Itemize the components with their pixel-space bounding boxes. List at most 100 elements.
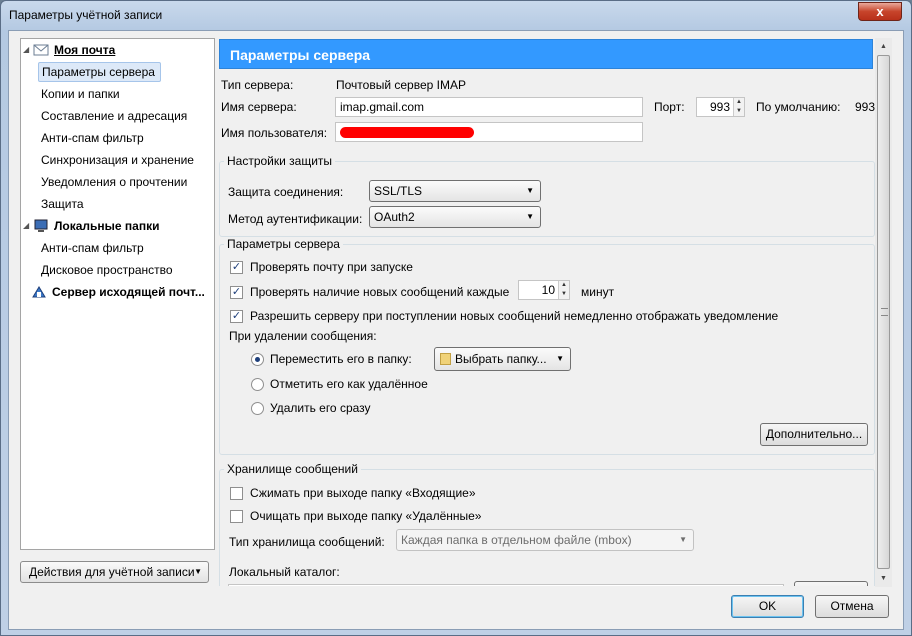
- mark-deleted-radio[interactable]: [251, 378, 264, 391]
- compact-inbox-label: Сжимать при выходе папку «Входящие»: [250, 486, 476, 500]
- collapse-icon[interactable]: ◢: [23, 216, 29, 236]
- connection-security-label: Защита соединения:: [228, 185, 344, 199]
- store-type-select[interactable]: Каждая папка в отдельном файле (mbox) ▼: [396, 529, 694, 551]
- connection-security-select[interactable]: SSL/TLS ▼: [369, 180, 541, 202]
- tree-item-label: Копии и папки: [41, 87, 120, 101]
- tree-item-disk-space[interactable]: Дисковое пространство: [21, 260, 214, 280]
- move-to-folder-radio[interactable]: [251, 353, 264, 366]
- choose-folder-label: Выбрать папку...: [455, 352, 547, 366]
- tree-item-sync-storage[interactable]: Синхронизация и хранение: [21, 150, 214, 170]
- title-bar: Параметры учётной записи x: [1, 1, 911, 29]
- server-name-label: Имя сервера:: [221, 100, 297, 114]
- tree-item-label: Синхронизация и хранение: [41, 153, 194, 167]
- empty-trash-label: Очищать при выходе папку «Удалённые»: [250, 509, 482, 523]
- settings-pane: Параметры сервера Тип сервера: Почтовый …: [219, 37, 904, 586]
- tree-item-label: Параметры сервера: [38, 62, 161, 82]
- page-title: Параметры сервера: [219, 39, 873, 69]
- tree-item-label: Локальные папки: [54, 219, 160, 233]
- account-tree[interactable]: ◢ Моя почта Параметры сервера Копии и па…: [20, 38, 215, 550]
- dialog-body: ◢ Моя почта Параметры сервера Копии и па…: [8, 30, 904, 630]
- username-label: Имя пользователя:: [221, 126, 328, 140]
- tree-item-label: Сервер исходящей почт...: [52, 285, 205, 299]
- scrollbar-thumb[interactable]: [877, 55, 890, 569]
- collapse-icon[interactable]: ◢: [23, 40, 29, 60]
- check-on-start-label: Проверять почту при запуске: [250, 260, 413, 274]
- dropdown-arrow-icon: ▼: [194, 567, 202, 576]
- move-to-folder-label: Переместить его в папку:: [270, 352, 412, 366]
- port-label: Порт:: [654, 100, 685, 114]
- account-actions-label: Действия для учётной записи: [29, 565, 195, 579]
- tree-item-local-folders[interactable]: ◢ Локальные папки: [21, 216, 214, 236]
- check-on-start-checkbox[interactable]: ✓: [230, 261, 243, 274]
- close-button[interactable]: x: [858, 2, 902, 21]
- tree-item-copies-folders[interactable]: Копии и папки: [21, 84, 214, 104]
- tree-item-label: Дисковое пространство: [41, 263, 173, 277]
- server-settings-group-title: Параметры сервера: [224, 237, 343, 251]
- check-interval-value: 10: [541, 283, 555, 297]
- username-input[interactable]: [335, 122, 643, 142]
- tree-item-server-settings[interactable]: Параметры сервера: [21, 62, 214, 82]
- redaction-mark: [340, 127, 474, 138]
- tree-item-label: Составление и адресация: [41, 109, 188, 123]
- outgoing-server-icon: [32, 286, 46, 298]
- tree-item-outgoing-server[interactable]: Сервер исходящей почт...: [21, 282, 214, 302]
- ok-button[interactable]: OK: [731, 595, 804, 618]
- allow-notify-checkbox[interactable]: ✓: [230, 310, 243, 323]
- tree-item-local-junk[interactable]: Анти-спам фильтр: [21, 238, 214, 258]
- local-dir-input[interactable]: [228, 584, 784, 586]
- store-type-value: Каждая папка в отдельном файле (mbox): [401, 533, 632, 547]
- security-group: Настройки защиты Защита соединения: SSL/…: [219, 154, 875, 237]
- auth-method-select[interactable]: OAuth2 ▼: [369, 206, 541, 228]
- browse-button[interactable]: [794, 581, 868, 586]
- grip-icon: [881, 308, 888, 316]
- folder-icon: [440, 353, 451, 365]
- tree-item-label: Моя почта: [54, 43, 116, 57]
- minutes-label: минут: [581, 285, 615, 299]
- account-actions-button[interactable]: Действия для учётной записи ▼: [20, 561, 209, 583]
- default-port-value: 993: [855, 100, 876, 114]
- delete-now-label: Удалить его сразу: [270, 401, 371, 415]
- delete-now-radio[interactable]: [251, 402, 264, 415]
- tree-item-label: Анти-спам фильтр: [41, 241, 144, 255]
- mark-deleted-label: Отметить его как удалённое: [270, 377, 428, 391]
- tree-item-junk-filter[interactable]: Анти-спам фильтр: [21, 128, 214, 148]
- allow-notify-label: Разрешить серверу при поступлении новых …: [250, 309, 779, 323]
- server-settings-group: Параметры сервера ✓ Проверять почту при …: [219, 237, 875, 455]
- port-input[interactable]: 993 ▲ ▼: [696, 97, 745, 117]
- tree-item-my-mail[interactable]: ◢ Моя почта: [21, 40, 214, 60]
- tree-item-label: Анти-спам фильтр: [41, 131, 144, 145]
- mail-icon: [33, 44, 49, 56]
- default-port-label: По умолчанию:: [756, 100, 841, 114]
- local-dir-label: Локальный каталог:: [229, 565, 340, 579]
- check-interval-input[interactable]: 10 ▲ ▼: [518, 280, 570, 300]
- security-group-title: Настройки защиты: [224, 154, 336, 168]
- tree-item-label: Защита: [41, 197, 84, 211]
- tree-item-receipts[interactable]: Уведомления о прочтении: [21, 172, 214, 192]
- compact-inbox-checkbox[interactable]: [230, 487, 243, 500]
- choose-folder-button[interactable]: Выбрать папку... ▼: [434, 347, 571, 371]
- scroll-down-icon[interactable]: ▼: [875, 570, 892, 587]
- empty-trash-checkbox[interactable]: [230, 510, 243, 523]
- server-type-label: Тип сервера:: [221, 78, 294, 92]
- server-type-value: Почтовый сервер IMAP: [336, 78, 466, 92]
- port-value: 993: [709, 100, 730, 114]
- check-every-checkbox[interactable]: ✓: [230, 286, 243, 299]
- storage-group-title: Хранилище сообщений: [224, 462, 361, 476]
- cancel-button[interactable]: Отмена: [815, 595, 889, 618]
- vertical-scrollbar[interactable]: ▲ ▼: [875, 38, 892, 587]
- store-type-label: Тип хранилища сообщений:: [229, 535, 385, 549]
- server-name-input[interactable]: imap.gmail.com: [335, 97, 643, 117]
- window-title: Параметры учётной записи: [9, 8, 163, 22]
- tree-item-composition[interactable]: Составление и адресация: [21, 106, 214, 126]
- window: Параметры учётной записи x ◢ Моя почта П…: [0, 0, 912, 636]
- auth-method-label: Метод аутентификации:: [228, 212, 363, 226]
- advanced-button[interactable]: Дополнительно...: [760, 423, 868, 446]
- dropdown-arrow-icon: ▼: [679, 535, 687, 544]
- tree-item-security[interactable]: Защита: [21, 194, 214, 214]
- connection-security-value: SSL/TLS: [374, 184, 423, 198]
- computer-icon: [34, 219, 48, 232]
- tree-item-label: Уведомления о прочтении: [41, 175, 188, 189]
- port-spinner-icon[interactable]: ▲ ▼: [733, 98, 744, 116]
- interval-spinner-icon[interactable]: ▲ ▼: [558, 281, 569, 299]
- scroll-up-icon[interactable]: ▲: [875, 38, 892, 55]
